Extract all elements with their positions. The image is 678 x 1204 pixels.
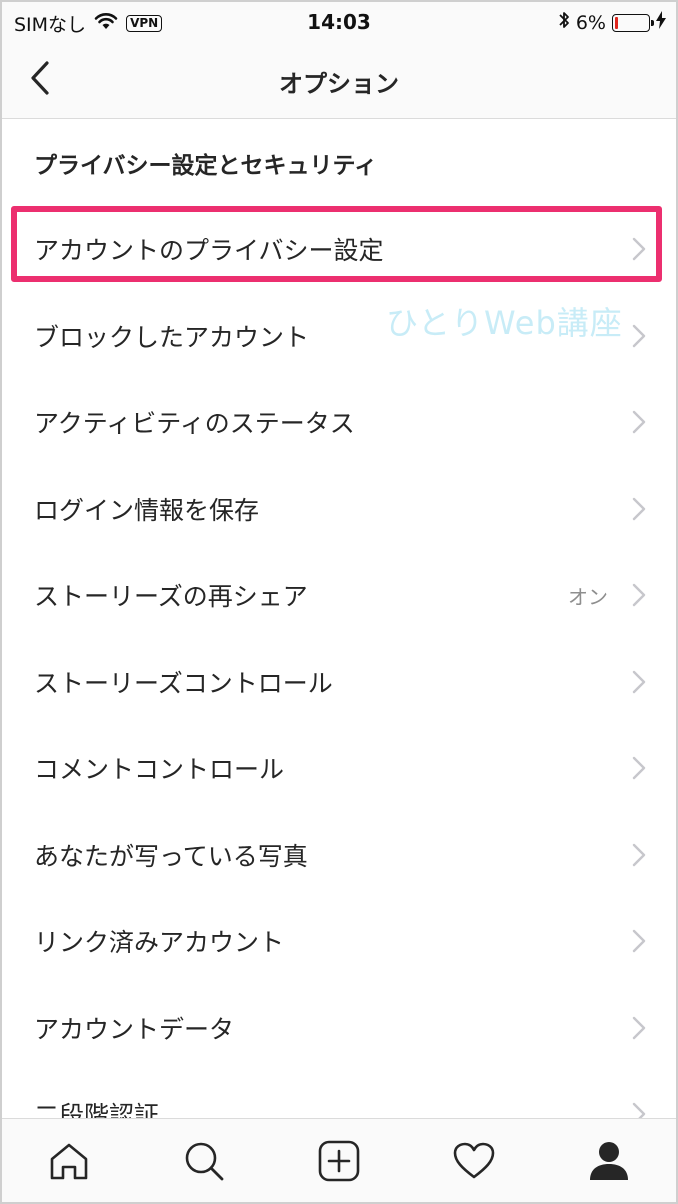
list-item-account-privacy[interactable]: アカウントのプライバシー設定 — [2, 206, 676, 293]
chevron-right-icon — [632, 584, 646, 607]
charging-bolt-icon — [656, 11, 666, 34]
list-item-photos-of-you[interactable]: あなたが写っている写真 — [2, 812, 676, 899]
battery-percent: 6% — [575, 11, 606, 34]
item-label: アカウントのプライバシー設定 — [34, 236, 384, 266]
item-label: ブロックしたアカウント — [34, 322, 310, 352]
item-value: オン — [568, 584, 608, 609]
chevron-right-icon — [632, 1016, 646, 1039]
tab-bar — [2, 1118, 676, 1202]
list-item-story-controls[interactable]: ストーリーズコントロール — [2, 639, 676, 726]
item-label: アクティビティのステータス — [34, 409, 355, 439]
list-item-comment-controls[interactable]: コメントコントロール — [2, 725, 676, 812]
list-item-activity-status[interactable]: アクティビティのステータス — [2, 379, 676, 466]
screen-frame: SIMなし VPN 14:03 6% オプション プライバシー設定とセキュリティ… — [0, 0, 678, 1204]
tab-profile[interactable] — [579, 1131, 639, 1191]
tab-add-post[interactable] — [309, 1131, 369, 1191]
chevron-right-icon — [632, 757, 646, 780]
battery-icon — [612, 13, 654, 32]
item-label: ストーリーズの再シェア — [34, 582, 308, 612]
chevron-right-icon — [632, 324, 646, 347]
chevron-right-icon — [632, 930, 646, 953]
list-item-linked-accounts[interactable]: リンク済みアカウント — [2, 898, 676, 985]
page-title: オプション — [279, 70, 399, 98]
chevron-right-icon — [632, 497, 646, 520]
chevron-right-icon — [632, 238, 646, 261]
list-item-save-login-info[interactable]: ログイン情報を保存 — [2, 466, 676, 553]
list-item-account-data[interactable]: アカウントデータ — [2, 985, 676, 1072]
chevron-right-icon — [632, 411, 646, 434]
chevron-right-icon — [632, 843, 646, 866]
settings-content[interactable]: プライバシー設定とセキュリティ アカウントのプライバシー設定 ブロックしたアカウ… — [2, 120, 676, 1122]
list-item-two-factor-auth[interactable]: 二段階認証 — [2, 1071, 676, 1122]
bluetooth-icon — [558, 10, 570, 35]
search-icon — [185, 1142, 224, 1180]
item-label: リンク済みアカウント — [34, 928, 285, 958]
item-label: ストーリーズコントロール — [34, 668, 333, 698]
section-header: プライバシー設定とセキュリティ — [34, 153, 378, 179]
item-label: あなたが写っている写真 — [34, 841, 308, 871]
home-icon — [51, 1143, 88, 1179]
add-post-icon — [318, 1140, 360, 1181]
tab-home[interactable] — [39, 1131, 99, 1191]
tab-activity[interactable] — [444, 1131, 504, 1191]
list-item-story-resharing[interactable]: ストーリーズの再シェア オン — [2, 552, 676, 639]
watermark: ひとりWeb講座 — [386, 304, 623, 342]
item-label: ログイン情報を保存 — [34, 495, 260, 525]
item-label: コメントコントロール — [34, 755, 285, 785]
chevron-right-icon — [632, 670, 646, 693]
navigation-bar: オプション — [2, 42, 676, 119]
profile-icon — [589, 1141, 628, 1180]
tab-search[interactable] — [174, 1131, 234, 1191]
status-bar: SIMなし VPN 14:03 6% — [2, 2, 676, 42]
item-label: アカウントデータ — [34, 1014, 235, 1044]
heart-icon — [453, 1142, 495, 1178]
